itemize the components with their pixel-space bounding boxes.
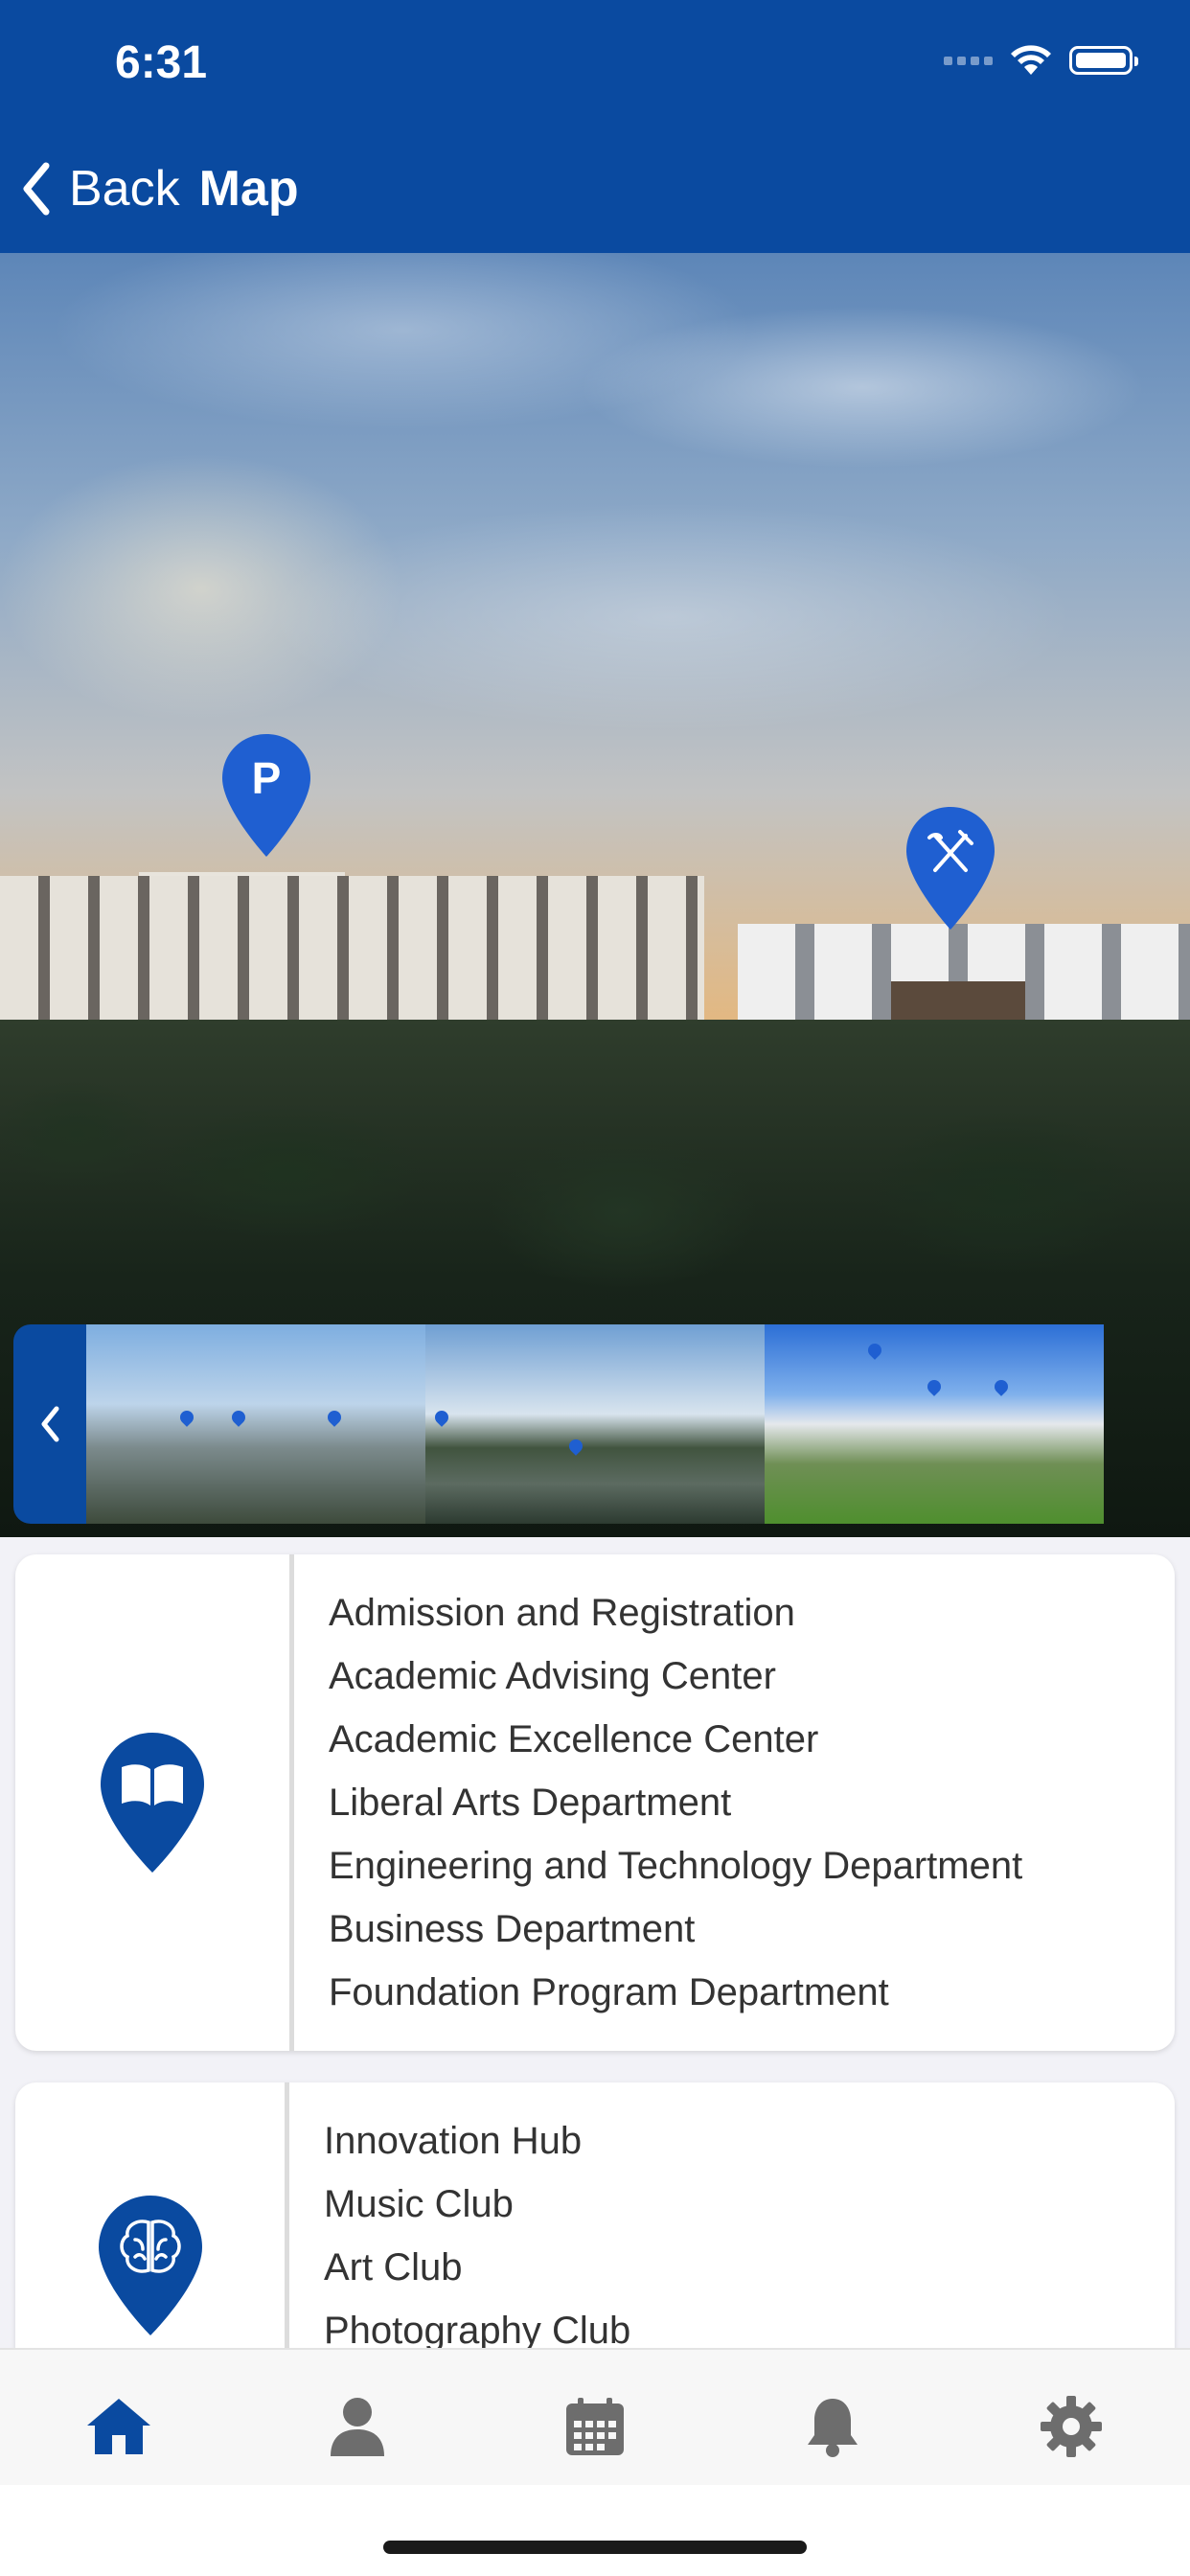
campus-panorama[interactable]: P xyxy=(0,253,1190,1537)
back-button[interactable]: Back xyxy=(21,160,180,218)
thumbnail-lake-view[interactable] xyxy=(425,1324,765,1524)
tab-home[interactable] xyxy=(80,2388,157,2465)
list-item[interactable]: Liberal Arts Department xyxy=(329,1771,1022,1834)
mini-pin-icon xyxy=(229,1408,248,1427)
status-indicators xyxy=(944,44,1138,77)
card-icon-column xyxy=(15,1554,294,2051)
thumbnail-strip xyxy=(13,1324,1104,1524)
signal-icon xyxy=(944,56,993,65)
chevron-left-icon xyxy=(23,162,50,216)
mini-pin-icon xyxy=(566,1437,585,1456)
card-item-list: Admission and Registration Academic Advi… xyxy=(294,1554,1022,2051)
list-item[interactable]: Academic Advising Center xyxy=(329,1644,1022,1708)
calendar-icon xyxy=(565,2398,624,2455)
chevron-left-icon xyxy=(41,1406,59,1442)
mini-pin-icon xyxy=(325,1408,344,1427)
tab-notifications[interactable] xyxy=(794,2388,871,2465)
mini-pin-icon xyxy=(865,1341,884,1360)
mini-pin-icon xyxy=(177,1408,196,1427)
wifi-icon xyxy=(1011,45,1051,75)
bell-icon xyxy=(808,2399,858,2457)
list-item[interactable]: Engineering and Technology Department xyxy=(329,1834,1022,1898)
list-item[interactable]: Foundation Program Department xyxy=(329,1961,1022,2024)
home-indicator-area xyxy=(0,2485,1190,2576)
tab-bar xyxy=(0,2348,1190,2485)
tab-calendar[interactable] xyxy=(557,2388,633,2465)
list-item[interactable]: Admission and Registration xyxy=(329,1581,1022,1644)
status-time: 6:31 xyxy=(115,37,208,88)
dining-pin-icon[interactable] xyxy=(904,805,996,932)
list-item[interactable]: Business Department xyxy=(329,1898,1022,1961)
list-item[interactable]: Innovation Hub xyxy=(324,2109,630,2173)
mini-pin-icon xyxy=(925,1377,944,1396)
mini-pin-icon xyxy=(432,1408,451,1427)
profile-icon xyxy=(330,2398,384,2456)
home-icon xyxy=(87,2399,151,2454)
page-title: Map xyxy=(198,161,299,217)
brain-pin-icon xyxy=(98,2196,202,2335)
thumbnail-campus-aerial[interactable] xyxy=(86,1324,425,1524)
tab-profile[interactable] xyxy=(319,2388,396,2465)
tab-settings[interactable] xyxy=(1033,2388,1110,2465)
location-card[interactable]: Admission and Registration Academic Advi… xyxy=(15,1554,1175,2051)
navigation-bar: Back Map xyxy=(0,153,299,224)
book-pin-icon xyxy=(101,1733,204,1873)
back-label: Back xyxy=(69,161,180,217)
parking-pin-icon[interactable]: P xyxy=(220,732,312,859)
mini-pin-icon xyxy=(992,1377,1011,1396)
list-item[interactable]: Music Club xyxy=(324,2173,630,2236)
gear-icon xyxy=(1040,2396,1102,2457)
battery-icon xyxy=(1069,46,1138,75)
list-item[interactable]: Academic Excellence Center xyxy=(329,1708,1022,1771)
top-bar: 6:31 Back Map xyxy=(0,0,1190,253)
parking-pin-label: P xyxy=(252,753,282,803)
building xyxy=(0,876,704,1029)
sky xyxy=(0,253,1190,924)
thumbnail-lawn-view[interactable] xyxy=(765,1324,1104,1524)
list-item[interactable]: Art Club xyxy=(324,2236,630,2299)
home-indicator[interactable] xyxy=(383,2541,807,2554)
thumbnail-prev-button[interactable] xyxy=(13,1324,86,1524)
